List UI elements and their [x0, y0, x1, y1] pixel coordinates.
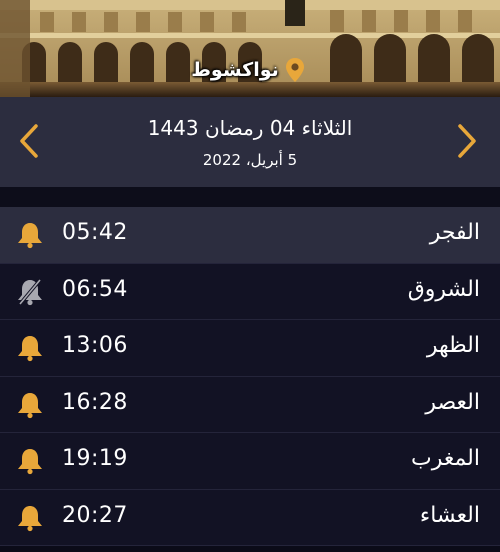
- chevron-right-icon: [458, 124, 476, 158]
- prayer-row-shuruq[interactable]: 06:54 الشروق: [0, 263, 500, 320]
- prayer-name: الشروق: [407, 276, 480, 302]
- location-label[interactable]: نواكشوط: [178, 54, 318, 86]
- hijri-date: الثلاثاء 04 رمضان 1443: [147, 116, 353, 140]
- map-pin-icon: [285, 58, 304, 82]
- prayer-row-asr[interactable]: 16:28 العصر: [0, 376, 500, 433]
- bell-icon[interactable]: [15, 391, 45, 419]
- bell-icon[interactable]: [15, 221, 45, 249]
- prayer-name: الفجر: [429, 220, 480, 245]
- city-name: نواكشوط: [191, 59, 279, 81]
- prayer-name: المغرب: [411, 446, 480, 471]
- prayer-name: العشاء: [419, 502, 480, 528]
- prayer-row-maghrib[interactable]: 19:19 المغرب: [0, 433, 500, 490]
- bell-icon[interactable]: [15, 447, 45, 475]
- prayer-name: الظهر: [426, 333, 480, 358]
- prayer-row-dhuhr[interactable]: 13:06 الظهر: [0, 320, 500, 377]
- prayer-time: 16:28: [62, 389, 128, 415]
- prayer-time: 19:19: [62, 446, 128, 471]
- bell-icon[interactable]: [15, 504, 45, 532]
- prayer-time: 05:42: [62, 220, 128, 245]
- divider: [0, 187, 500, 207]
- prayer-row-isha[interactable]: 20:27 العشاء: [0, 489, 500, 546]
- next-day-button[interactable]: [450, 121, 484, 161]
- prayer-time: 20:27: [62, 502, 128, 528]
- prayer-times-list: 05:42 الفجر 06:54 الشروق 13:06 الظهر 16:…: [0, 207, 500, 546]
- prayer-time: 06:54: [62, 276, 128, 302]
- mosque-banner: نواكشوط: [0, 0, 500, 97]
- prayer-time: 13:06: [62, 333, 128, 358]
- prayer-name: العصر: [425, 389, 480, 415]
- gregorian-date: 5 أبريل، 2022: [202, 151, 298, 169]
- prayer-row-fajr[interactable]: 05:42 الفجر: [0, 207, 500, 264]
- bell-muted-icon[interactable]: [15, 278, 45, 306]
- date-header: الثلاثاء 04 رمضان 1443 5 أبريل، 2022: [0, 97, 500, 187]
- bell-icon[interactable]: [15, 334, 45, 362]
